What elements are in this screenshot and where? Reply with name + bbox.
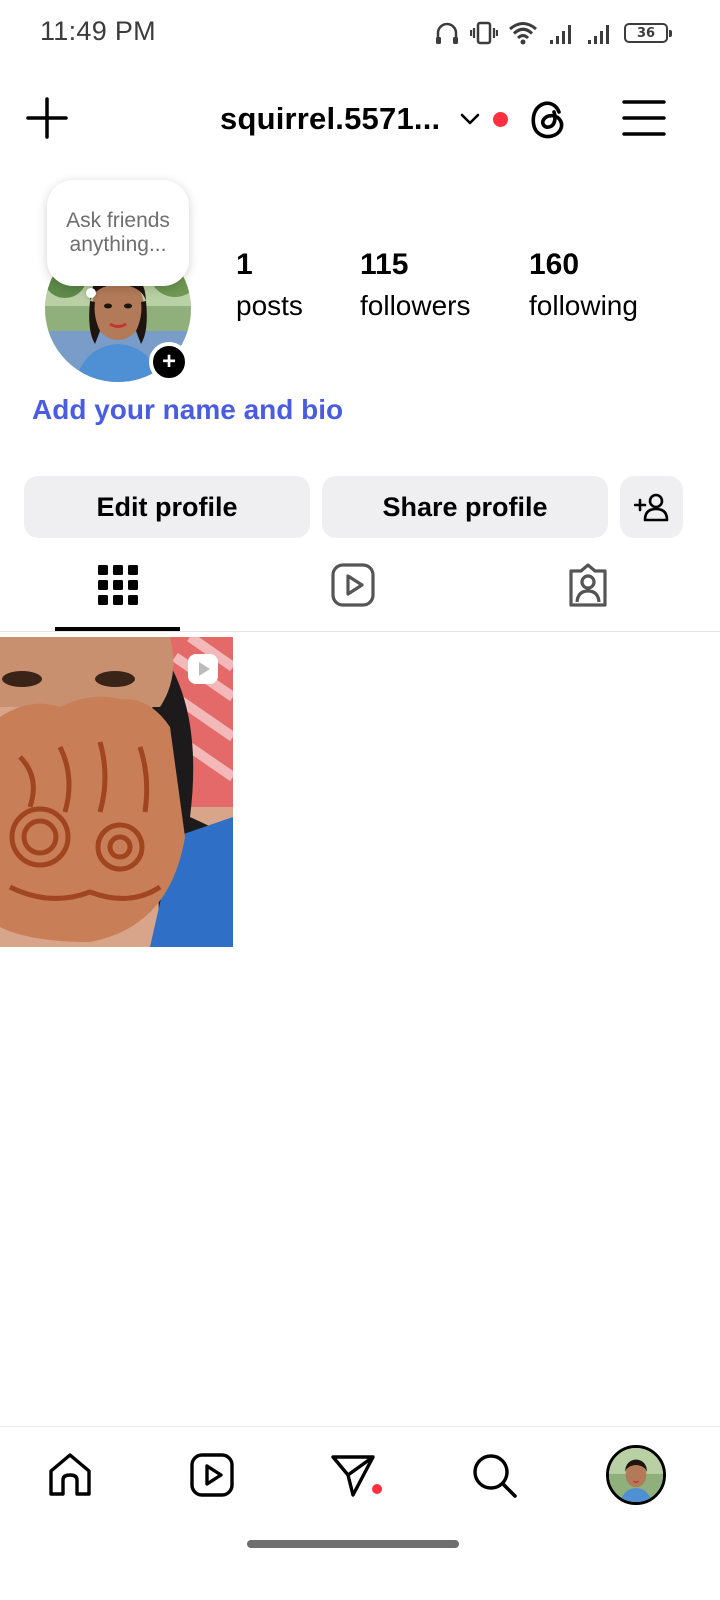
posts-label: posts <box>236 290 303 321</box>
posts-count: 1 <box>236 248 253 281</box>
battery-level: 36 <box>636 25 656 41</box>
profile-tabs <box>0 548 720 632</box>
profile-tab-avatar[interactable] <box>606 1445 666 1505</box>
edit-profile-button[interactable]: Edit profile <box>24 476 310 538</box>
plus-icon[interactable] <box>24 95 70 141</box>
following-label: following <box>529 290 638 321</box>
home-icon[interactable] <box>46 1451 94 1499</box>
share-profile-button[interactable]: Share profile <box>322 476 608 538</box>
wifi-icon <box>509 22 537 45</box>
followers-label: followers <box>360 290 471 321</box>
notification-dot <box>493 111 509 127</box>
note-bubble-tail <box>86 288 96 298</box>
reels-nav-icon[interactable] <box>188 1451 236 1499</box>
status-icons: 36 <box>434 18 672 48</box>
chevron-down-icon[interactable] <box>458 107 482 131</box>
following-count: 160 <box>529 248 580 281</box>
tagged-icon[interactable] <box>566 562 610 608</box>
reels-icon[interactable] <box>331 562 375 608</box>
note-text: Ask friends anything... <box>66 209 170 256</box>
discover-people-button[interactable] <box>620 476 683 538</box>
messages-notification-dot <box>372 1484 382 1494</box>
home-indicator[interactable] <box>247 1540 459 1548</box>
headphones-icon <box>436 22 458 44</box>
stat-following[interactable]: 160 following <box>529 248 638 328</box>
signal-icon <box>550 25 571 44</box>
add-bio-link[interactable]: Add your name and bio <box>32 394 343 426</box>
note-bubble[interactable]: Ask friends anything... <box>47 180 189 286</box>
messages-icon[interactable] <box>329 1451 377 1499</box>
menu-icon[interactable] <box>622 96 666 140</box>
stat-followers[interactable]: 115 followers <box>360 248 470 328</box>
vibrate-icon <box>470 21 498 45</box>
search-icon[interactable] <box>470 1451 518 1499</box>
bottom-navigation <box>0 1426 720 1536</box>
stat-posts[interactable]: 1 posts <box>236 248 303 328</box>
signal-icon <box>588 25 609 44</box>
post-thumbnail[interactable] <box>0 637 233 947</box>
add-story-icon[interactable]: + <box>149 342 189 382</box>
account-switcher[interactable]: squirrel.5571... <box>220 98 509 140</box>
username[interactable]: squirrel.5571... <box>220 101 440 137</box>
threads-icon[interactable] <box>526 96 572 142</box>
status-bar: 11:49 PM 36 <box>0 0 720 64</box>
followers-count: 115 <box>360 248 409 281</box>
grid-icon[interactable] <box>96 562 140 608</box>
add-person-icon <box>633 493 668 522</box>
profile-header: squirrel.5571... <box>0 84 720 154</box>
reel-indicator-icon <box>188 654 218 684</box>
status-time: 11:49 PM <box>40 16 156 46</box>
battery-icon: 36 <box>624 23 672 43</box>
active-tab-indicator <box>55 627 180 631</box>
